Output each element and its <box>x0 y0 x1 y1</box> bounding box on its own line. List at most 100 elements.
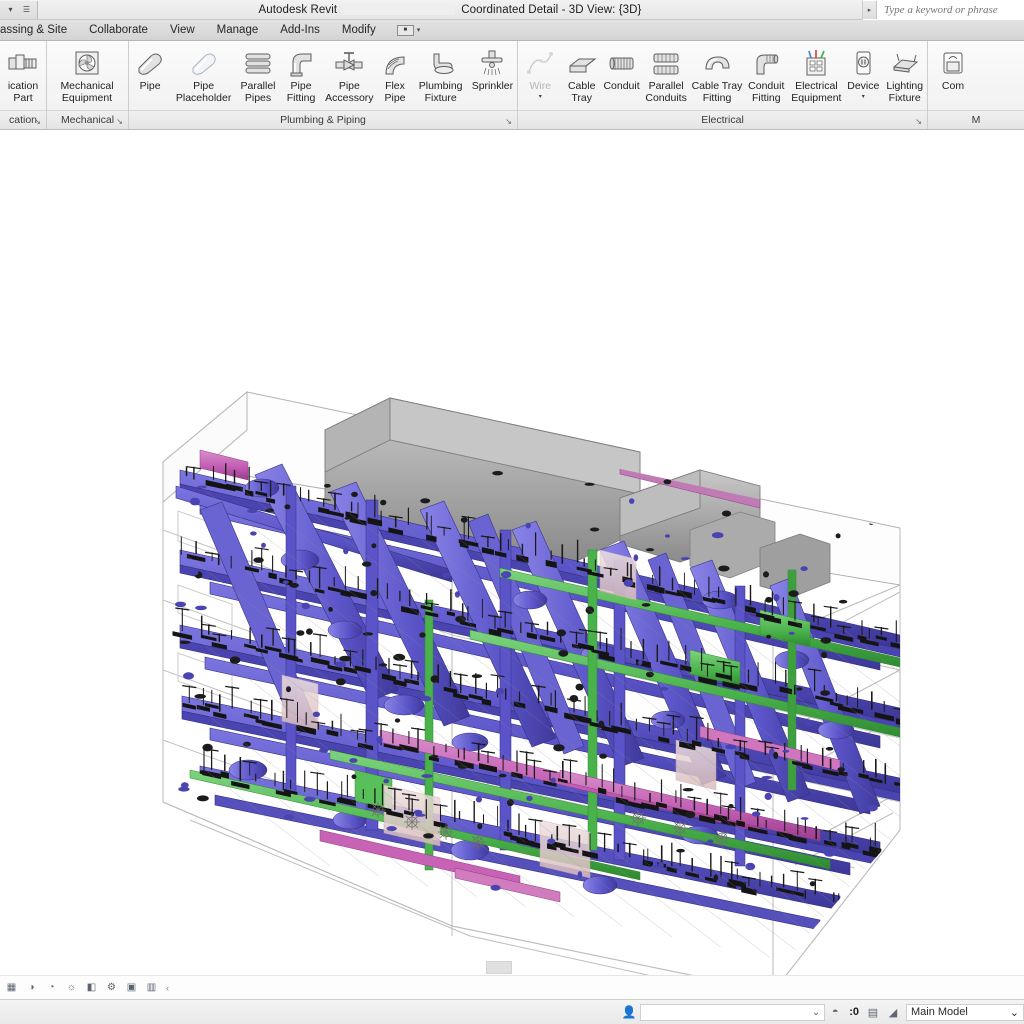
parallel-pipes-icon <box>241 47 275 79</box>
panel-mechanical-dialog-launcher-icon[interactable]: ↘ <box>116 117 123 126</box>
ribbon-button-electrical-equipment-label: Electrical <box>795 80 838 92</box>
ribbon-tab-strip: assing & Site Collaborate View Manage Ad… <box>0 20 1024 41</box>
ribbon-button-flex-pipe-label: Flex <box>385 80 405 92</box>
undo-dropdown-icon[interactable]: ▾ <box>4 3 17 16</box>
visual-style-icon[interactable]: ◔ <box>44 980 59 995</box>
panel-mechanical-label-text: Mechanical <box>60 114 115 126</box>
pipe-placeholder-icon <box>187 47 221 79</box>
active-workset-combo[interactable]: Main Model ⌄ <box>906 1003 1024 1021</box>
ribbon-button-parallel-pipes-label: Parallel <box>240 80 276 92</box>
ribbon-button-conduit[interactable]: Conduit <box>601 45 642 93</box>
search-dropdown-icon[interactable]: ▸ <box>863 0 877 19</box>
select-filter-icon[interactable]: 👤 <box>618 1005 640 1019</box>
ribbon-button-wire-dropdown-arrow-icon[interactable]: ▾ <box>539 94 542 100</box>
chevron-down-icon[interactable]: ▾ <box>417 26 421 34</box>
search-input[interactable] <box>877 0 1024 19</box>
selection-filter-combo[interactable]: ⌄ <box>640 1003 826 1021</box>
parallel-conduits-icon <box>649 47 683 79</box>
panel-electrical-label: Electrical ↘ <box>518 110 927 129</box>
redacted-license-text <box>343 4 456 15</box>
selection-count: :0 <box>849 1006 859 1018</box>
ribbon-button-parallel-pipes[interactable]: Parallel Pipes <box>236 45 280 104</box>
title-bar: ▾ ☰ Autodesk Revit Coordinated Detail - … <box>0 0 1024 20</box>
ribbon-button-sprinkler-label: Sprinkler <box>471 80 514 92</box>
ribbon-button-device-dropdown-arrow-icon[interactable]: ▾ <box>862 94 865 100</box>
mechanical-equipment-icon <box>70 47 104 79</box>
ribbon-button-fabrication-part-label: ication <box>7 80 39 92</box>
tab-view[interactable]: View <box>159 20 206 41</box>
ribbon-button-parallel-conduits-label: Parallel <box>648 80 684 92</box>
plumbing-fixture-icon <box>424 47 458 79</box>
cable-tray-fitting-icon <box>700 47 734 79</box>
ribbon-button-pipe-placeholder-label: Pipe <box>193 80 215 92</box>
ribbon-button-plumbing-fixture[interactable]: Plumbing Fixture <box>413 45 467 104</box>
sun-path-icon[interactable]: ☼ <box>64 980 79 995</box>
ribbon-button-conduit-fitting[interactable]: Conduit Fitting <box>744 45 789 104</box>
ribbon-button-electrical-equipment[interactable]: Electrical Equipment <box>789 45 845 104</box>
ribbon-button-electrical-equipment-label-line2: Equipment <box>791 91 842 104</box>
ribbon-button-pipe-fitting[interactable]: Pipe Fitting <box>280 45 322 104</box>
ribbon-button-communication-device-label: Com <box>941 80 965 92</box>
show-crop-region-icon[interactable]: ▥ <box>144 980 159 995</box>
ribbon-button-lighting-fixture[interactable]: Lighting Fixture <box>882 45 927 104</box>
pipe-icon <box>133 47 167 79</box>
panel-fabrication-dialog-launcher-icon[interactable]: ↘ <box>34 117 41 126</box>
tab-manage[interactable]: Manage <box>206 20 270 41</box>
tab-modify[interactable]: Modify <box>331 20 387 41</box>
ribbon-button-fabrication-part-label-line2: Part <box>13 91 33 104</box>
ribbon-button-cable-tray-fitting[interactable]: Cable Tray Fitting <box>690 45 744 104</box>
selection-filter-caret: ⌄ <box>811 1006 821 1018</box>
electrical-equipment-icon <box>799 47 833 79</box>
tab-add-ins[interactable]: Add-Ins <box>269 20 331 41</box>
document-title: Coordinated Detail - 3D View: {3D} <box>461 3 642 16</box>
ribbon-button-mechanical-equipment[interactable]: Mechanical Equipment <box>47 45 127 104</box>
scale-icon[interactable]: ▦ <box>4 980 19 995</box>
design-options-icon[interactable]: ▤ <box>863 1004 883 1021</box>
tab-collaborate[interactable]: Collaborate <box>78 20 159 41</box>
ribbon-button-flex-pipe[interactable]: Flex Pipe <box>377 45 414 104</box>
ribbon-button-sprinkler[interactable]: Sprinkler <box>468 45 517 93</box>
shadows-icon[interactable]: ◧ <box>84 980 99 995</box>
conduit-icon <box>605 47 639 79</box>
ribbon-button-fabrication-part[interactable]: ication Part <box>0 45 46 104</box>
ribbon-button-lighting-fixture-label-line2: Fixture <box>888 91 921 104</box>
ribbon-button-communication-device[interactable]: Com <box>928 45 978 93</box>
3d-model-viewport[interactable] <box>0 130 1024 975</box>
panel-electrical-dialog-launcher-icon[interactable]: ↘ <box>915 117 922 126</box>
help-search-box[interactable]: ▸ <box>862 0 1024 20</box>
filter-selection-icon[interactable]: ◓ <box>825 1004 845 1021</box>
panel-plumbing-and-piping-dialog-launcher-icon[interactable]: ↘ <box>505 117 512 126</box>
ribbon-button-conduit-fitting-label-line2: Fitting <box>751 91 781 104</box>
communication-device-icon <box>936 47 970 79</box>
tab-massing-and-site[interactable]: assing & Site <box>0 20 78 41</box>
ribbon-button-lighting-fixture-label: Lighting <box>886 80 924 92</box>
exclude-options-icon[interactable]: ◢ <box>883 1004 903 1021</box>
horizontal-scrollbar-thumb[interactable] <box>486 961 512 974</box>
app-name: Autodesk Revit <box>258 3 338 16</box>
ribbon-display-options[interactable]: ■ ▾ <box>396 24 421 36</box>
device-icon <box>846 47 880 79</box>
ribbon-button-wire[interactable]: Wire ▾ <box>518 45 563 100</box>
ribbon-button-device[interactable]: Device ▾ <box>844 45 882 100</box>
ribbon-button-parallel-conduits[interactable]: Parallel Conduits <box>642 45 690 104</box>
render-icon[interactable]: ⚙ <box>104 980 119 995</box>
panel-plumbing-and-piping-body: Pipe Pipe Placeholder Parallel Pipes Pipe Fitt… <box>129 41 517 110</box>
ribbon-button-cable-tray[interactable]: Cable Tray <box>563 45 601 104</box>
panel-fabrication: ication Part cation ↘ <box>0 41 46 129</box>
ribbon-button-pipe-accessory[interactable]: Pipe Accessory <box>322 45 376 104</box>
panel-model-label-text: M <box>971 114 981 126</box>
ribbon-button-pipe-placeholder-label-line2: Placeholder <box>175 91 232 104</box>
customize-qat-icon[interactable]: ☰ <box>20 3 33 16</box>
ribbon-button-pipe-accessory-label: Pipe <box>338 80 360 92</box>
crop-view-icon[interactable]: ▣ <box>124 980 139 995</box>
ribbon-button-pipe-placeholder[interactable]: Pipe Placeholder <box>171 45 236 104</box>
workset-caret-icon: ⌄ <box>1009 1006 1019 1019</box>
detail-level-icon[interactable]: ◑ <box>24 980 39 995</box>
ribbon-minimize-icon[interactable]: ■ <box>396 24 414 36</box>
ribbon-button-pipe[interactable]: Pipe <box>129 45 171 93</box>
view-control-expand-icon[interactable]: ‹ <box>166 983 169 993</box>
ribbon-button-parallel-conduits-label-line2: Conduits <box>645 91 687 104</box>
ribbon-button-plumbing-fixture-label: Plumbing <box>418 80 463 92</box>
quick-access-toolbar[interactable]: ▾ ☰ <box>0 0 38 19</box>
ribbon-button-flex-pipe-label-line2: Pipe <box>384 91 406 104</box>
